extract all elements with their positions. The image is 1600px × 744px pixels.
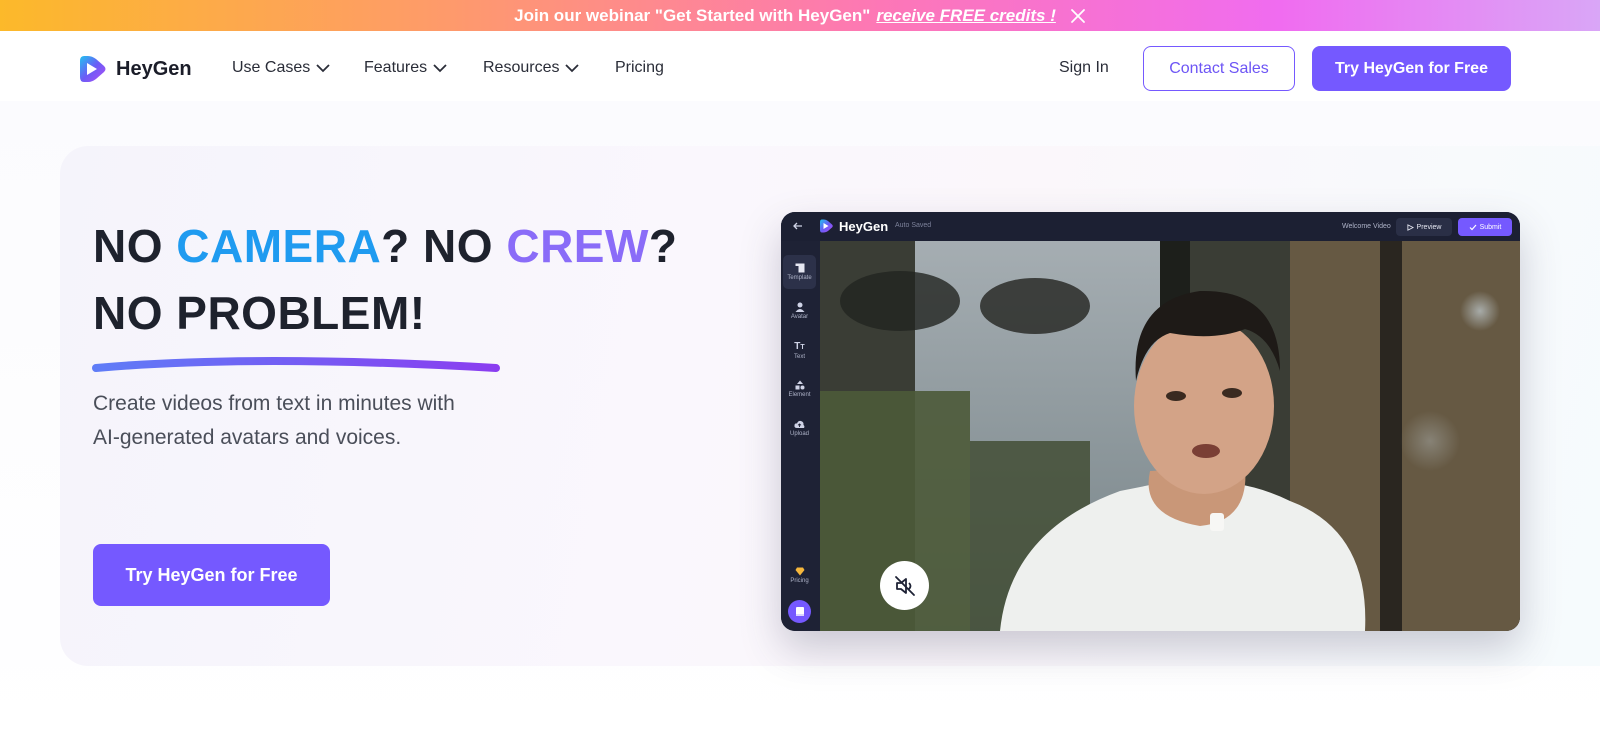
banner-credits-link[interactable]: receive FREE credits ! bbox=[876, 6, 1056, 26]
app-toolbar: HeyGen Auto Saved Welcome Video Preview … bbox=[781, 212, 1520, 241]
top-navigation: HeyGen Use Cases Features Resources Pric… bbox=[0, 31, 1600, 101]
sidebar-label: Template bbox=[787, 275, 812, 281]
nav-resources[interactable]: Resources bbox=[483, 59, 580, 77]
banner-text: Join our webinar "Get Started with HeyGe… bbox=[514, 5, 871, 25]
headline-no: NO bbox=[93, 220, 177, 272]
preview-label: Preview bbox=[1416, 223, 1442, 231]
headline-camera: CAMERA bbox=[176, 220, 382, 272]
nav-pricing-label: Pricing bbox=[615, 59, 664, 76]
element-icon bbox=[795, 380, 804, 390]
hero-headline-line2: NO PROBLEM! bbox=[93, 287, 426, 339]
preview-button[interactable]: Preview bbox=[1396, 218, 1452, 236]
heygen-logo-icon bbox=[820, 219, 833, 233]
sign-in-link[interactable]: Sign In bbox=[1059, 59, 1109, 77]
headline-crew: CREW bbox=[506, 220, 649, 272]
nav-use-cases[interactable]: Use Cases bbox=[232, 59, 330, 77]
template-icon bbox=[795, 263, 804, 273]
hero-headline-line1: NO CAMERA? NO CREW? bbox=[93, 219, 678, 273]
hero-subtext-line2: AI-generated avatars and voices. bbox=[93, 426, 402, 449]
logo-text: HeyGen bbox=[116, 57, 192, 80]
sidebar-item-text[interactable]: TT Text bbox=[783, 333, 816, 367]
submit-button[interactable]: Submit bbox=[1458, 218, 1512, 236]
sidebar-item-pricing[interactable]: Pricing bbox=[783, 558, 816, 592]
mute-toggle-button[interactable] bbox=[880, 561, 929, 610]
check-icon bbox=[1469, 224, 1477, 230]
play-icon bbox=[1406, 223, 1414, 231]
headline-underline bbox=[92, 357, 500, 372]
avatar-icon bbox=[795, 302, 804, 312]
contact-sales-button[interactable]: Contact Sales bbox=[1143, 46, 1295, 91]
try-free-nav-button[interactable]: Try HeyGen for Free bbox=[1312, 46, 1511, 91]
text-icon: TT bbox=[794, 340, 805, 352]
try-free-hero-button[interactable]: Try HeyGen for Free bbox=[93, 544, 330, 606]
app-logo: HeyGen bbox=[819, 218, 888, 234]
nav-features-label: Features bbox=[364, 59, 428, 76]
nav-features[interactable]: Features bbox=[364, 59, 447, 77]
sidebar-label: Element bbox=[788, 392, 811, 398]
headline-no-2: ? NO bbox=[381, 220, 507, 272]
diamond-icon bbox=[795, 567, 804, 575]
auto-saved-status: Auto Saved bbox=[895, 222, 932, 229]
nav-use-cases-label: Use Cases bbox=[232, 59, 311, 76]
sidebar-item-upload[interactable]: Upload bbox=[783, 411, 816, 445]
user-avatar[interactable] bbox=[788, 600, 811, 623]
hero-subtext-line1: Create videos from text in minutes with bbox=[93, 392, 455, 415]
heygen-logo-icon bbox=[80, 56, 106, 82]
app-sidebar: Template Avatar TT Text Element Upload P… bbox=[781, 241, 820, 631]
chevron-down-icon bbox=[565, 63, 580, 72]
book-icon bbox=[795, 607, 804, 616]
avatar-video[interactable] bbox=[820, 241, 1520, 631]
promo-banner: Join our webinar "Get Started with HeyGe… bbox=[0, 0, 1600, 31]
back-arrow-icon[interactable] bbox=[793, 220, 803, 234]
headline-question: ? bbox=[648, 220, 678, 272]
app-logo-text: HeyGen bbox=[839, 218, 889, 234]
sidebar-item-element[interactable]: Element bbox=[783, 372, 816, 406]
sidebar-label: Avatar bbox=[790, 314, 809, 320]
heygen-logo[interactable]: HeyGen bbox=[78, 53, 192, 85]
sidebar-item-template[interactable]: Template bbox=[783, 255, 816, 289]
sidebar-label: Upload bbox=[789, 430, 809, 437]
app-preview-window: HeyGen Auto Saved Welcome Video Preview … bbox=[781, 212, 1520, 631]
nav-pricing[interactable]: Pricing bbox=[615, 59, 664, 77]
sound-muted-icon bbox=[894, 575, 915, 596]
sidebar-label: Pricing bbox=[790, 577, 809, 584]
upload-icon bbox=[794, 420, 805, 428]
nav-resources-label: Resources bbox=[483, 59, 560, 76]
chevron-down-icon bbox=[433, 63, 447, 72]
sidebar-label: Text bbox=[793, 353, 805, 360]
chevron-down-icon bbox=[316, 63, 330, 72]
sidebar-item-avatar[interactable]: Avatar bbox=[783, 294, 816, 328]
submit-label: Submit bbox=[1479, 223, 1502, 231]
close-icon[interactable] bbox=[1070, 8, 1086, 24]
video-title: Welcome Video bbox=[1342, 223, 1391, 230]
